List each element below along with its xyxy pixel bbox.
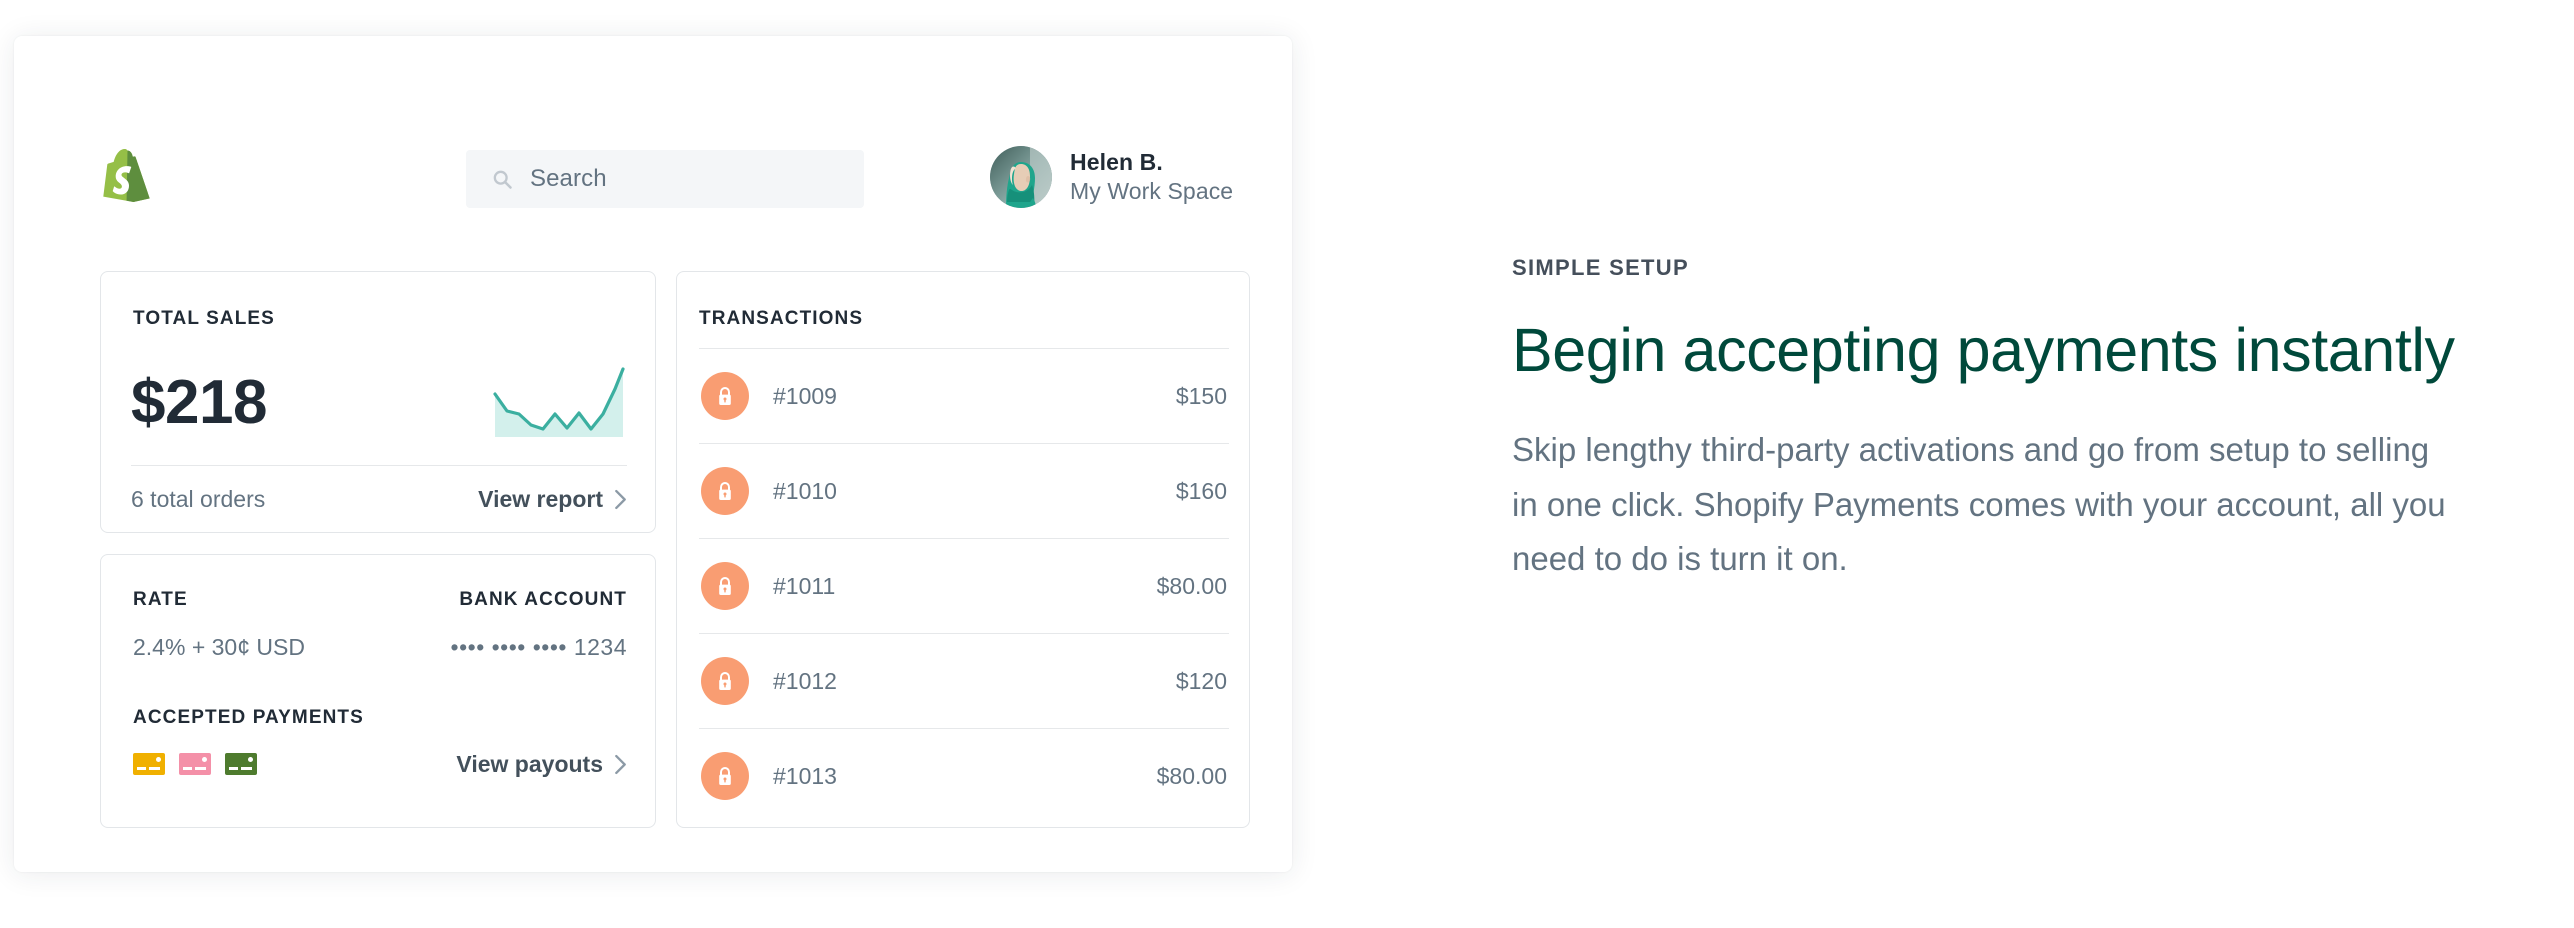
lock-icon [719, 481, 731, 500]
chevron-right-icon [615, 754, 626, 775]
rate-value: 2.4% + 30¢ USD [133, 634, 305, 660]
user-name: Helen B. [1070, 148, 1163, 175]
accepted-payments-label: ACCEPTED PAYMENTS [133, 707, 364, 728]
transaction-amount: $80.00 [1156, 572, 1227, 599]
body-copy: Skip lengthy third-party activations and… [1512, 431, 2446, 578]
transaction-id: #1010 [773, 477, 837, 504]
marketing-column: SIMPLE SETUP Begin accepting payments in… [1512, 255, 2492, 586]
lock-badge [701, 562, 749, 610]
shopify-bag-logo[interactable] [102, 149, 150, 205]
screen-root: Search Helen B. My Work Space TOTAL SALE… [0, 0, 2574, 928]
transactions-card: TRANSACTIONS #1009 $150 #1010 $160 #1011… [676, 271, 1250, 828]
transaction-amount: $160 [1175, 477, 1227, 504]
bank-account-label: BANK ACCOUNT [459, 589, 627, 610]
sales-sparkline-chart [493, 367, 625, 437]
total-sales-card: TOTAL SALES $218 6 total orders View rep… [100, 271, 656, 533]
table-row[interactable]: #1012 $120 [699, 633, 1229, 728]
table-row[interactable]: #1013 $80.00 [699, 728, 1229, 823]
search-placeholder: Search [530, 165, 607, 192]
rate-bank-card: RATE BANK ACCOUNT 2.4% + 30¢ USD •••• ••… [100, 554, 656, 828]
sales-footer: 6 total orders View report [131, 486, 627, 513]
table-row[interactable]: #1011 $80.00 [699, 538, 1229, 633]
view-payouts-label: View payouts [456, 751, 603, 777]
table-row[interactable]: #1010 $160 [699, 443, 1229, 538]
eyebrow-label: SIMPLE SETUP [1512, 255, 1689, 280]
credit-card-icon [225, 753, 257, 775]
view-report-link[interactable]: View report [478, 486, 627, 513]
transaction-id: #1012 [773, 667, 837, 694]
lock-icon [719, 671, 731, 690]
chevron-right-icon [615, 489, 626, 510]
total-sales-amount: $218 [131, 368, 267, 437]
user-avatar [990, 146, 1052, 208]
top-bar: Search Helen B. My Work Space [14, 36, 1292, 208]
total-orders-label: 6 total orders [131, 486, 266, 512]
transactions-list: #1009 $150 #1010 $160 #1011 $80.00 #1012… [699, 348, 1229, 823]
transaction-id: #1009 [773, 382, 837, 409]
user-text: Helen B. My Work Space [1070, 148, 1233, 207]
accepted-payment-icons [133, 753, 257, 775]
search-input[interactable]: Search [466, 150, 864, 208]
lock-badge [701, 752, 749, 800]
view-report-label: View report [478, 486, 603, 512]
lock-badge [701, 657, 749, 705]
transaction-id: #1011 [773, 572, 836, 599]
bank-account-value: •••• •••• •••• 1234 [450, 634, 627, 660]
page-title: Begin accepting payments instantly [1512, 316, 2455, 384]
lock-icon [719, 386, 731, 405]
transaction-amount: $80.00 [1156, 762, 1227, 789]
user-workspace: My Work Space [1070, 178, 1234, 204]
credit-card-icon [179, 753, 211, 775]
lock-badge [701, 467, 749, 515]
view-payouts-link[interactable]: View payouts [456, 751, 627, 778]
lock-icon [719, 576, 731, 595]
transaction-id: #1013 [773, 762, 837, 789]
user-menu[interactable]: Helen B. My Work Space [990, 146, 1233, 208]
rate-label: RATE [133, 589, 188, 610]
search-icon [493, 170, 512, 189]
sales-divider [131, 465, 627, 466]
lock-icon [719, 766, 731, 785]
total-sales-label: TOTAL SALES [133, 308, 275, 329]
transaction-amount: $120 [1175, 667, 1227, 694]
transaction-amount: $150 [1175, 382, 1227, 409]
transactions-label: TRANSACTIONS [699, 308, 864, 329]
dashboard-panel: Search Helen B. My Work Space TOTAL SALE… [14, 36, 1292, 872]
table-row[interactable]: #1009 $150 [699, 348, 1229, 443]
credit-card-icon [133, 753, 165, 775]
lock-badge [701, 372, 749, 420]
